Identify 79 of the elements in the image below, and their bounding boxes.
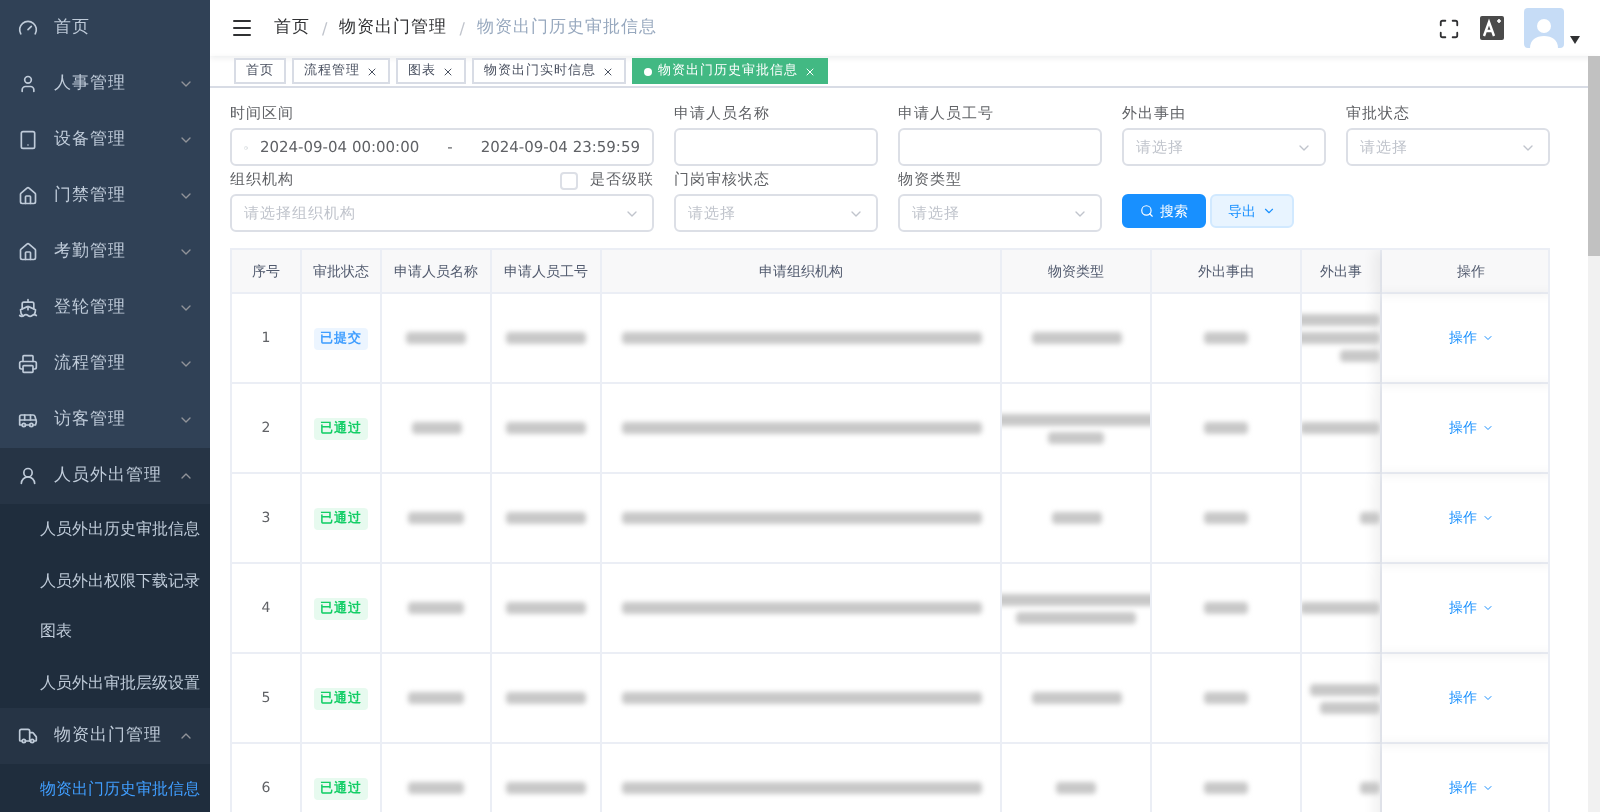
blurred-text (1056, 782, 1096, 794)
ship-icon (18, 298, 38, 318)
submenu-item[interactable]: 物资出门历史审批信息 (0, 764, 210, 812)
blurred-text (1016, 611, 1136, 623)
blurred-text (1340, 350, 1380, 362)
breadcrumb-separator: / (322, 19, 328, 37)
blurred-text (1031, 332, 1121, 344)
dashboard-icon (18, 18, 38, 38)
blurred-text (408, 512, 464, 524)
menu-item[interactable]: 设备管理 (0, 112, 210, 168)
menu-item[interactable]: 流程管理 (0, 336, 210, 392)
blurred-text (1360, 782, 1380, 794)
blurred-text (1204, 692, 1248, 704)
menu-icon[interactable] (230, 16, 254, 40)
breadcrumb-separator: / (459, 19, 465, 37)
blurred-text (506, 332, 586, 344)
blurred-text (506, 512, 586, 524)
breadcrumb-link[interactable]: 首页 (274, 16, 310, 40)
search-icon (1140, 204, 1154, 218)
blurred-text (1320, 701, 1380, 713)
submenu-item[interactable]: 人员外出历史审批信息 (0, 504, 210, 555)
submenu-item[interactable]: 图表 (0, 606, 210, 657)
blurred-text (1204, 512, 1248, 524)
close-icon[interactable] (442, 65, 454, 77)
blurred-text (506, 422, 586, 434)
menu-item[interactable]: 登轮管理 (0, 280, 210, 336)
blurred-text (506, 782, 586, 794)
blurred-text (1310, 683, 1380, 695)
blurred-text (408, 692, 464, 704)
blurred-text (408, 602, 464, 614)
blurred-text (1048, 431, 1104, 443)
chevron-down-icon (1481, 692, 1493, 704)
input-field[interactable] (898, 128, 1102, 166)
printer-icon (18, 354, 38, 374)
blurred-text (1031, 692, 1121, 704)
blurred-text (408, 782, 464, 794)
chevron-down-icon (1262, 204, 1276, 218)
menu-item[interactable]: 考勤管理 (0, 224, 210, 280)
menu-item[interactable]: 门禁管理 (0, 168, 210, 224)
close-icon[interactable] (366, 65, 378, 77)
user-icon (18, 466, 38, 486)
fullscreen-icon[interactable] (1438, 17, 1460, 39)
blurred-text (411, 422, 461, 434)
blurred-text (1302, 332, 1380, 344)
blurred-text (1302, 314, 1380, 326)
chevron-down-icon (1481, 602, 1493, 614)
menu-item[interactable]: 访客管理 (0, 392, 210, 448)
close-icon[interactable] (602, 65, 614, 77)
menu-item[interactable]: 人员外出管理 (0, 448, 210, 504)
bus-icon (18, 410, 38, 430)
blurred-text (406, 332, 466, 344)
person-icon (18, 74, 38, 94)
menu-item[interactable]: 人事管理 (0, 56, 210, 112)
blurred-text (1302, 422, 1380, 434)
breadcrumb-link[interactable]: 物资出门管理 (339, 16, 448, 40)
caret-icon[interactable] (1570, 36, 1580, 44)
submenu-item[interactable]: 人员外出权限下载记录 (0, 555, 210, 606)
blurred-text (506, 602, 586, 614)
chevron-down-icon (1481, 512, 1493, 524)
blurred-text (1302, 602, 1380, 614)
menu-item[interactable]: 物资出门管理 (0, 708, 210, 764)
text-size-icon[interactable] (1480, 16, 1504, 40)
blurred-text (1051, 512, 1101, 524)
tablet-icon (18, 130, 38, 150)
house-icon (18, 242, 38, 262)
house-icon (18, 186, 38, 206)
blurred-text (506, 692, 586, 704)
blurred-text (1204, 332, 1248, 344)
input-field[interactable] (674, 128, 878, 166)
blurred-text (1204, 602, 1248, 614)
chevron-down-icon (1481, 782, 1493, 794)
truck-icon (18, 726, 38, 746)
submenu-item[interactable]: 人员外出审批层级设置 (0, 657, 210, 708)
blurred-text (1204, 422, 1248, 434)
chevron-down-icon (1481, 422, 1493, 434)
menu-item[interactable]: 首页 (0, 0, 210, 56)
chevron-down-icon (1481, 332, 1493, 344)
blurred-text (1204, 782, 1248, 794)
blurred-text (1360, 512, 1380, 524)
